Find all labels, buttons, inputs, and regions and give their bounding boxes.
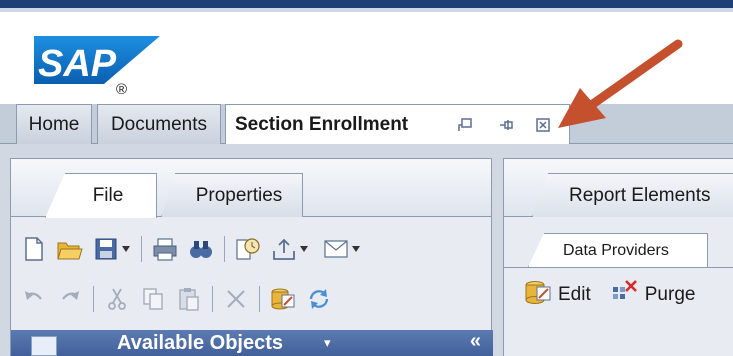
top-bar — [0, 0, 733, 8]
tab-properties[interactable]: Properties — [161, 173, 303, 217]
toolbar-separator — [259, 286, 260, 312]
toolbar-row-1 — [11, 231, 491, 267]
copy-icon[interactable] — [140, 286, 166, 312]
toolbar-separator — [141, 236, 142, 262]
new-document-icon[interactable] — [21, 236, 47, 262]
toolbar-separator — [93, 286, 94, 312]
export-icon[interactable] — [271, 236, 297, 262]
open-folder-icon[interactable] — [57, 236, 83, 262]
registered-mark: ® — [116, 81, 127, 96]
purge-button[interactable]: Purge — [611, 279, 696, 311]
tab-home-label: Home — [28, 113, 80, 135]
document-tabstrip: Home Documents Section Enrollment — [0, 104, 733, 145]
toolbar-separator — [224, 236, 225, 262]
tab-properties-label: Properties — [195, 184, 283, 206]
cut-icon[interactable] — [104, 286, 130, 312]
right-panel-bottom-bar — [504, 330, 733, 356]
refresh-icon[interactable] — [306, 286, 332, 312]
tab-file[interactable]: File — [45, 173, 157, 218]
sap-logo: SAP ® — [34, 36, 160, 96]
data-provider-toolbar: Edit Purge — [504, 277, 695, 313]
history-icon[interactable] — [235, 236, 261, 262]
left-panel: File Properties Available Objects ▾ « — [10, 158, 493, 356]
delete-icon[interactable] — [223, 286, 249, 312]
pin-icon[interactable] — [498, 116, 516, 134]
available-objects-title: Available Objects — [117, 332, 283, 354]
save-icon[interactable] — [93, 236, 119, 262]
tab-documents-label: Documents — [110, 113, 208, 135]
purge-label: Purge — [644, 284, 696, 305]
close-icon[interactable] — [534, 116, 552, 134]
redo-icon[interactable] — [57, 286, 83, 312]
logo-text: SAP — [38, 43, 117, 85]
export-dropdown-icon[interactable] — [299, 236, 309, 262]
toolbar-separator — [212, 286, 213, 312]
edit-label: Edit — [558, 284, 591, 305]
subtab-divider — [504, 267, 733, 268]
tab-file-label: File — [92, 185, 124, 206]
toolbar-row-2 — [11, 281, 491, 317]
panel-icon — [31, 336, 57, 356]
tab-section-enrollment[interactable]: Section Enrollment — [225, 104, 570, 145]
undo-icon[interactable] — [21, 286, 47, 312]
tab-home[interactable]: Home — [16, 104, 92, 144]
purge-icon — [611, 279, 639, 311]
ribbon-tabs: File Properties — [11, 159, 491, 218]
restore-icon[interactable] — [456, 116, 474, 134]
tab-report-elements[interactable]: Report Elements — [532, 173, 733, 217]
edit-data-icon[interactable] — [270, 286, 296, 312]
save-dropdown-icon[interactable] — [121, 236, 131, 262]
send-mail-icon[interactable] — [323, 236, 349, 262]
tab-data-providers-label: Data Providers — [563, 241, 669, 259]
available-objects-header[interactable]: Available Objects ▾ « — [11, 330, 493, 356]
mail-dropdown-icon[interactable] — [351, 236, 361, 262]
edit-button[interactable]: Edit — [524, 278, 591, 312]
tab-report-elements-label: Report Elements — [569, 184, 711, 206]
print-icon[interactable] — [152, 236, 178, 262]
chevron-down-icon[interactable]: ▾ — [324, 335, 331, 351]
collapse-panel-icon[interactable]: « — [470, 330, 481, 353]
tab-section-enrollment-label: Section Enrollment — [235, 114, 409, 135]
edit-provider-icon — [524, 278, 552, 312]
right-ribbon-tabs: Report Elements — [504, 159, 733, 217]
right-panel: Report Elements Data Providers Edit Purg… — [503, 158, 733, 356]
find-icon[interactable] — [188, 236, 214, 262]
tab-documents[interactable]: Documents — [97, 104, 221, 144]
paste-icon[interactable] — [176, 286, 202, 312]
tab-data-providers[interactable]: Data Providers — [528, 233, 708, 267]
